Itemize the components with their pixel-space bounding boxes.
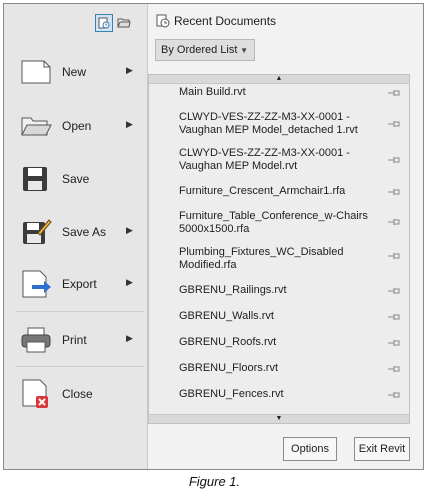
list-item[interactable]: GBRENU_Floors.rvt xyxy=(179,362,389,375)
pin-icon[interactable] xyxy=(387,313,401,321)
view-toggle xyxy=(95,14,133,32)
pin-icon[interactable] xyxy=(387,339,401,347)
list-item[interactable]: GBRENU_Fences.rvt xyxy=(179,388,389,401)
menu-item-label: Export xyxy=(62,277,97,291)
submenu-arrow-icon: ▶ xyxy=(126,119,133,129)
scroll-down-button[interactable]: ▼ xyxy=(149,414,409,423)
recent-documents-toggle-icon[interactable] xyxy=(95,14,113,32)
pin-icon[interactable] xyxy=(387,287,401,295)
menu-item-new[interactable]: New ▶ xyxy=(20,52,144,92)
new-document-icon xyxy=(21,60,51,84)
printer-icon xyxy=(21,327,51,353)
recent-documents-list: ▲ Main Build.rvt CLWYD-VES-ZZ-ZZ-M3-XX-0… xyxy=(148,74,410,424)
menu-divider xyxy=(16,366,144,367)
submenu-arrow-icon: ▶ xyxy=(126,65,133,75)
pin-icon[interactable] xyxy=(387,218,401,226)
save-disk-icon xyxy=(23,167,47,191)
list-item[interactable]: GBRENU_Walls.rvt xyxy=(179,310,389,323)
list-item[interactable]: Furniture_Crescent_Armchair1.rfa xyxy=(179,185,389,198)
list-item[interactable]: Furniture_Table_Conference_w-Chairs 5000… xyxy=(179,210,389,236)
menu-item-print[interactable]: Print ▶ xyxy=(20,320,144,360)
menu-item-label: Open xyxy=(62,119,92,133)
pin-icon[interactable] xyxy=(387,365,401,373)
list-item[interactable]: GBRENU_Railings.rvt xyxy=(179,284,389,297)
menu-item-close[interactable]: Close xyxy=(20,374,144,414)
file-menu-panel: New ▶ Open ▶ Save Save As ▶ Export ▶ Pri… xyxy=(4,4,148,469)
close-document-icon xyxy=(22,379,48,408)
list-item[interactable]: Main Build.rvt xyxy=(179,86,389,99)
list-item[interactable]: CLWYD-VES-ZZ-ZZ-M3-XX-0001 - Vaughan MEP… xyxy=(179,111,389,137)
menu-item-open[interactable]: Open ▶ xyxy=(20,106,144,146)
list-item[interactable]: CLWYD-VES-ZZ-ZZ-M3-XX-0001 - Vaughan MEP… xyxy=(179,147,389,173)
menu-item-export[interactable]: Export ▶ xyxy=(20,264,144,304)
menu-item-label: New xyxy=(62,65,87,79)
pin-icon[interactable] xyxy=(387,156,401,164)
open-folder-icon xyxy=(21,117,52,136)
chevron-down-icon: ▼ xyxy=(240,46,248,55)
sort-order-value: By Ordered List xyxy=(161,44,238,56)
open-documents-toggle-icon[interactable] xyxy=(115,14,133,32)
recent-documents-icon xyxy=(156,14,170,28)
export-icon xyxy=(22,270,51,298)
figure-caption: Figure 1. xyxy=(188,474,241,489)
list-item[interactable]: GBRENU_Roofs.rvt xyxy=(179,336,389,349)
menu-item-label: Print xyxy=(62,333,87,347)
menu-item-label: Save xyxy=(62,172,90,186)
list-item[interactable]: Plumbing_Fixtures_WC_Disabled Modified.r… xyxy=(179,246,389,272)
submenu-arrow-icon: ▶ xyxy=(126,333,133,343)
exit-revit-button[interactable]: Exit Revit xyxy=(354,437,410,461)
menu-item-label: Save As xyxy=(62,225,107,239)
recent-documents-header: Recent Documents xyxy=(156,14,276,28)
pin-icon[interactable] xyxy=(387,188,401,196)
pin-icon[interactable] xyxy=(387,252,401,260)
pin-icon[interactable] xyxy=(387,391,401,399)
save-as-icon xyxy=(23,219,52,244)
submenu-arrow-icon: ▶ xyxy=(126,277,133,287)
recent-documents-panel: Recent Documents By Ordered List ▼ ▲ Mai… xyxy=(148,4,423,469)
menu-divider xyxy=(16,311,144,312)
scroll-up-button[interactable]: ▲ xyxy=(149,75,409,84)
menu-item-save-as[interactable]: Save As ▶ xyxy=(20,212,144,252)
pin-icon[interactable] xyxy=(387,89,401,97)
menu-item-save[interactable]: Save xyxy=(20,159,144,199)
application-menu: New ▶ Open ▶ Save Save As ▶ Export ▶ Pri… xyxy=(3,3,424,470)
sort-order-dropdown[interactable]: By Ordered List ▼ xyxy=(155,39,255,61)
options-button[interactable]: Options xyxy=(283,437,337,461)
pin-icon[interactable] xyxy=(387,120,401,128)
submenu-arrow-icon: ▶ xyxy=(126,225,133,235)
recent-documents-title: Recent Documents xyxy=(174,14,277,28)
menu-item-label: Close xyxy=(62,387,93,401)
